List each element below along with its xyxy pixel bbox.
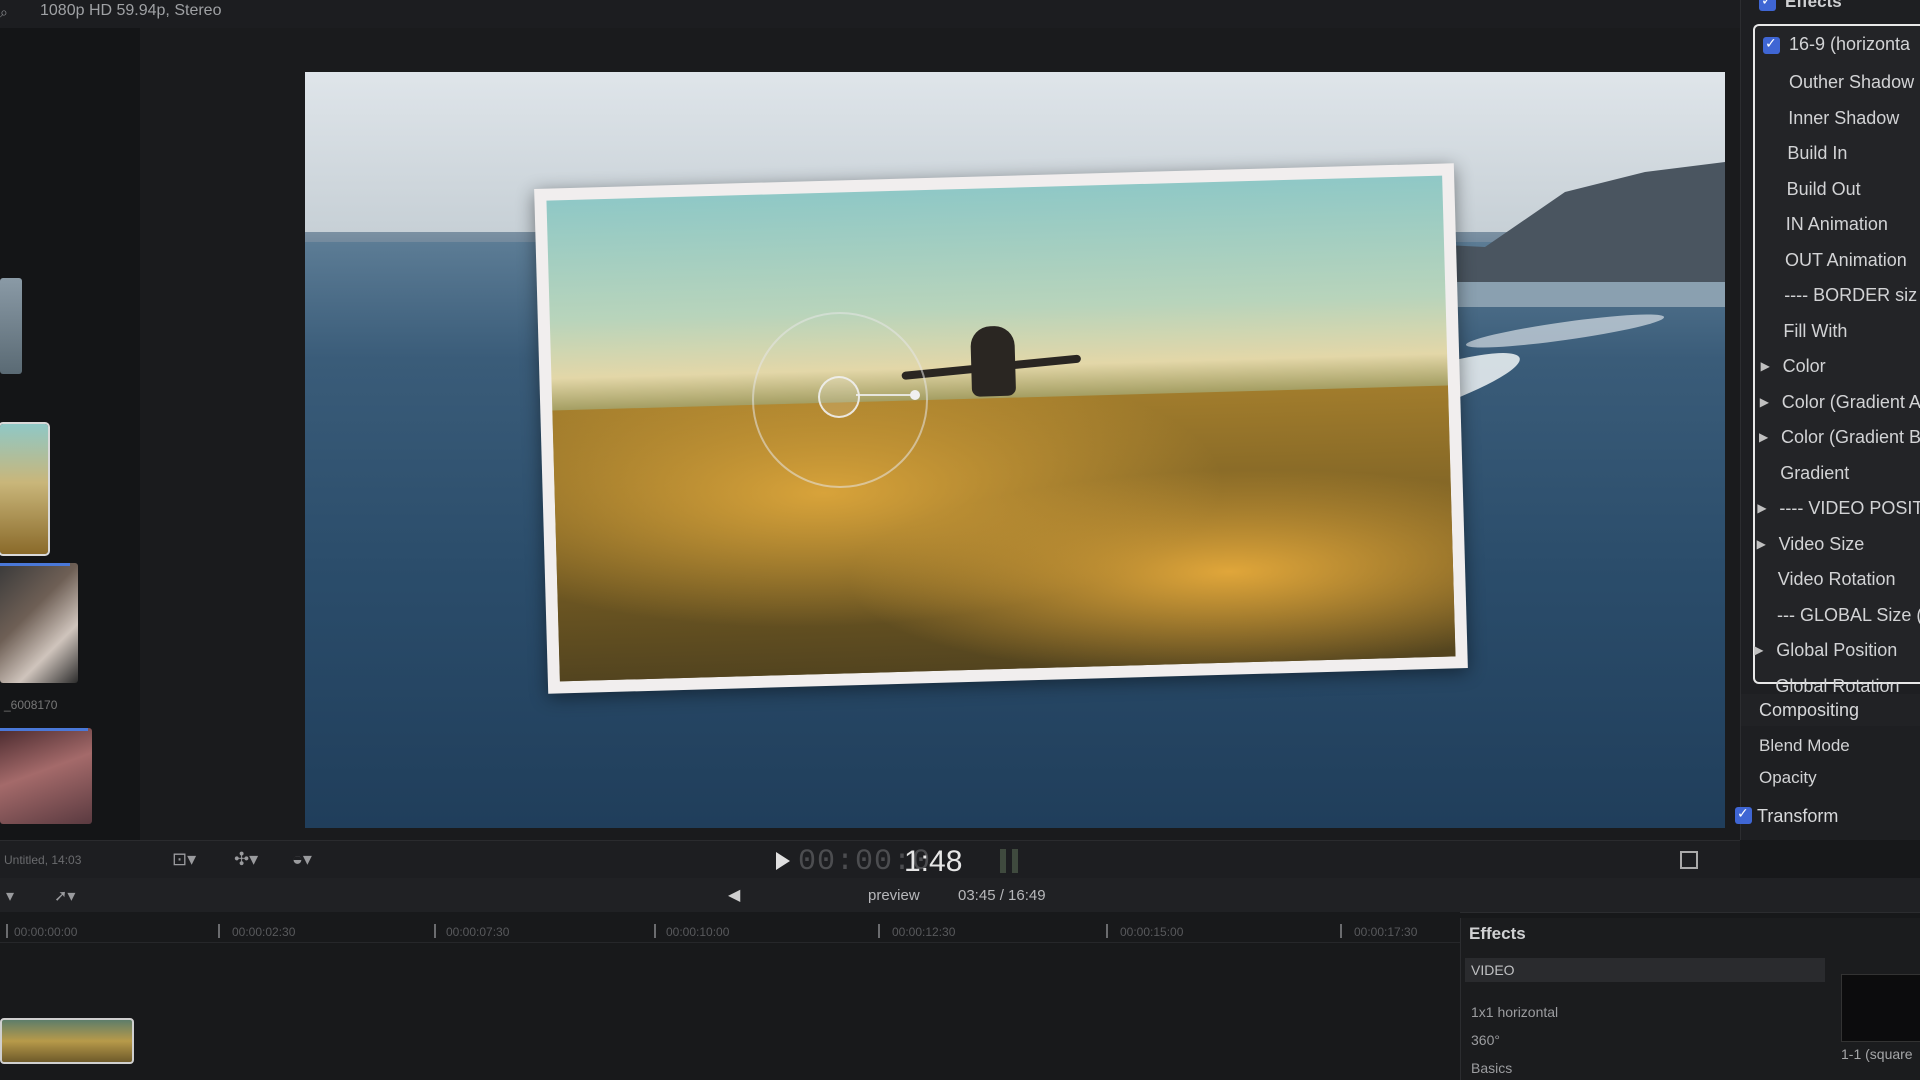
ruler-tick-label: 00:00:07:30	[446, 925, 510, 939]
param-row[interactable]: Video Size	[1757, 534, 1865, 555]
project-duration: 03:45 / 16:49	[958, 887, 1046, 904]
effects-category-item[interactable]: Basics	[1471, 1060, 1512, 1076]
effect-thumbnail-label: 1-1 (square	[1841, 1046, 1913, 1062]
param-row[interactable]: Build Out	[1787, 179, 1861, 200]
flower-field	[552, 385, 1456, 682]
viewer[interactable]	[140, 28, 1740, 840]
param-row[interactable]: Outher Shadow	[1789, 72, 1914, 93]
effects-section-title: Effects	[1785, 0, 1842, 11]
effects-browser-title: Effects	[1469, 924, 1526, 943]
inspector[interactable]: Effects 16-9 (horizonta Outher Shadow Inn…	[1735, 0, 1920, 840]
browser-clip-thumb[interactable]	[0, 563, 78, 683]
viewer-info-bar: ⌕ 1080p HD 59.94p, Stereo	[0, 0, 1740, 29]
param-row[interactable]: Color	[1761, 356, 1826, 377]
view-options-icon[interactable]: ⊡▾	[172, 849, 196, 871]
effects-browser[interactable]: Effects VIDEO 1x1 horizontal 360° Basics…	[1460, 918, 1920, 1080]
tool-select-icon[interactable]: ✣▾	[234, 849, 258, 871]
blend-mode-label: Blend Mode	[1759, 736, 1850, 755]
video-frame[interactable]	[305, 72, 1725, 828]
person	[970, 325, 1017, 397]
recent-project-label: Untitled, 14:03	[4, 853, 82, 867]
browser-clip-thumb[interactable]	[0, 278, 22, 374]
transport-bar: Untitled, 14:03 ⊡▾ ✣▾ ◒▾ 00:00:0 1:48	[0, 840, 1740, 879]
param-row[interactable]: ---- BORDER siz	[1784, 285, 1917, 306]
audio-meters-icon	[1000, 849, 1030, 873]
ruler-tick-label: 00:00:00:00	[14, 925, 78, 939]
transform-title: Transform	[1757, 806, 1839, 826]
effect-thumbnail[interactable]	[1841, 974, 1920, 1042]
play-icon[interactable]	[776, 852, 790, 870]
ruler-tick-label: 00:00:15:00	[1120, 925, 1184, 939]
transform-enable-checkbox[interactable]	[1735, 805, 1752, 824]
param-row[interactable]: Color (Gradient B	[1759, 427, 1920, 448]
param-row[interactable]: Color (Gradient A	[1760, 392, 1920, 413]
param-row[interactable]: --- GLOBAL Size (	[1777, 605, 1920, 626]
zoom-icon[interactable]: ⌕	[0, 4, 8, 21]
ruler-tick-label: 00:00:17:30	[1354, 925, 1418, 939]
ruler-tick	[1106, 924, 1108, 938]
ruler-tick-label: 00:00:12:30	[892, 925, 956, 939]
ruler-tick	[878, 924, 880, 938]
param-row[interactable]: IN Animation	[1786, 214, 1888, 235]
param-row[interactable]: Global Position	[1754, 640, 1897, 661]
param-row[interactable]: Gradient	[1780, 463, 1849, 484]
position-center-handle[interactable]	[818, 376, 860, 418]
pip-video-frame[interactable]	[534, 163, 1468, 694]
opacity-label: Opacity	[1759, 768, 1817, 787]
rotation-knob-handle[interactable]	[910, 390, 920, 400]
tool-menu-icon[interactable]: ▾	[6, 886, 14, 906]
timeline-ruler[interactable]: 00:00:00:00 00:00:02:30 00:00:07:30 00:0…	[0, 912, 1460, 943]
media-browser[interactable]: _6008170	[0, 28, 140, 840]
effect-parameters-panel[interactable]: 16-9 (horizonta Outher Shadow Inner Shado…	[1753, 24, 1920, 696]
clip-range-bar	[0, 563, 70, 566]
ruler-tick-label: 00:00:02:30	[232, 925, 296, 939]
timeline-clip[interactable]	[0, 1018, 134, 1064]
compositing-section[interactable]: Compositing	[1741, 694, 1920, 726]
timecode-display[interactable]: 1:48	[904, 845, 962, 879]
param-row[interactable]: Video Rotation	[1778, 569, 1896, 590]
param-row[interactable]: Fill With	[1783, 321, 1847, 342]
ruler-tick-label: 00:00:10:00	[666, 925, 730, 939]
project-name: preview	[868, 887, 920, 904]
effects-category-item[interactable]: 360°	[1471, 1032, 1500, 1048]
ruler-tick	[434, 924, 436, 938]
ruler-tick	[6, 924, 8, 938]
back-arrow-icon[interactable]: ◀	[728, 885, 740, 905]
pip-video-content	[546, 175, 1456, 682]
effect-enable-checkbox[interactable]	[1763, 35, 1780, 54]
ruler-tick	[1340, 924, 1342, 938]
format-label: 1080p HD 59.94p, Stereo	[40, 2, 222, 19]
effects-category-video[interactable]: VIDEO	[1465, 958, 1825, 982]
timeline[interactable]: 00:00:00:00 00:00:02:30 00:00:07:30 00:0…	[0, 912, 1460, 1080]
compositing-title: Compositing	[1759, 700, 1860, 720]
arrow-tool-icon[interactable]: ➚▾	[54, 886, 75, 906]
browser-clip-label: _6008170	[4, 698, 58, 712]
browser-clip-thumb[interactable]	[0, 728, 92, 824]
audio-meter-icon[interactable]: ◒▾	[292, 849, 312, 871]
ruler-tick	[218, 924, 220, 938]
effect-name[interactable]: 16-9 (horizonta	[1789, 34, 1910, 55]
ruler-tick	[654, 924, 656, 938]
param-row[interactable]: Inner Shadow	[1788, 108, 1899, 129]
browser-clip-thumb-selected[interactable]	[0, 422, 50, 556]
rotation-arm-handle[interactable]	[856, 394, 914, 396]
timeline-header: ▾ ➚▾ ◀ preview 03:45 / 16:49	[0, 878, 1920, 913]
param-row[interactable]: ---- VIDEO POSIT	[1757, 498, 1920, 519]
param-row[interactable]: Build In	[1787, 143, 1847, 164]
fullscreen-icon[interactable]	[1680, 851, 1698, 869]
effects-category-item[interactable]: 1x1 horizontal	[1471, 1004, 1558, 1020]
param-row[interactable]: OUT Animation	[1785, 250, 1907, 271]
effects-enable-checkbox[interactable]	[1759, 0, 1776, 11]
clip-range-bar	[0, 728, 88, 731]
